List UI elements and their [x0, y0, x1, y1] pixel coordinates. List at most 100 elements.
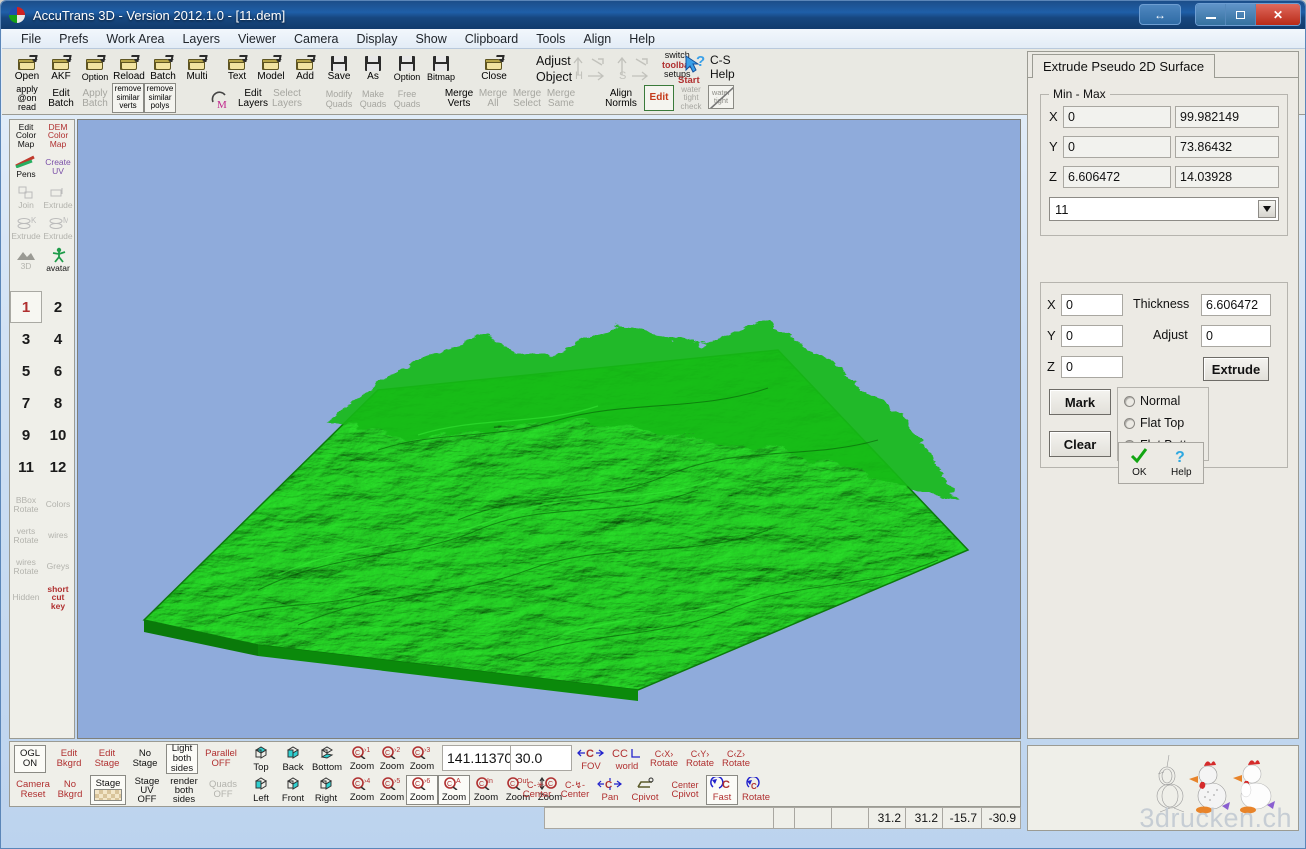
layer-number-12[interactable]: 12: [42, 451, 74, 483]
no-stage-button[interactable]: No Stage: [126, 745, 164, 773]
edit-layers-button[interactable]: Edit Layers: [236, 83, 270, 114]
zoom-all-button[interactable]: CA Zoom: [438, 775, 470, 805]
offset-x-field[interactable]: 0: [1061, 294, 1123, 316]
close-button[interactable]: ✕: [1256, 4, 1300, 25]
view-top-button[interactable]: Top: [244, 744, 278, 774]
stage-swatch-button[interactable]: Stage: [90, 775, 126, 805]
center-z-button[interactable]: C-↯- Center: [556, 775, 594, 805]
menu-item-align[interactable]: Align: [574, 31, 620, 47]
menu-item-display[interactable]: Display: [347, 31, 406, 47]
zoom-preset-1-button[interactable]: C›1 Zoom: [346, 744, 378, 774]
z-min-field[interactable]: 6.606472: [1063, 166, 1171, 188]
view-front-button[interactable]: Front: [276, 775, 310, 805]
layer-number-6[interactable]: 6: [42, 355, 74, 387]
remove-similar-polys-button[interactable]: remove similar polys: [144, 83, 176, 113]
mode-flat-top-radio[interactable]: Flat Top: [1124, 416, 1184, 430]
cpivot-button[interactable]: Cpivot: [626, 775, 664, 805]
center-x-button[interactable]: C-✳- Center: [518, 775, 556, 805]
open-button[interactable]: Open: [10, 51, 44, 82]
maximize-button[interactable]: [1226, 4, 1256, 25]
extrude-action-button[interactable]: Extrude: [1203, 357, 1269, 381]
y-max-field[interactable]: 73.86432: [1175, 136, 1279, 158]
ccw-world-button[interactable]: CC world: [608, 744, 646, 774]
chevron-down-icon[interactable]: [1258, 200, 1276, 218]
rotate-z-button[interactable]: C‹Z› Rotate: [718, 744, 754, 774]
menu-item-clipboard[interactable]: Clipboard: [456, 31, 528, 47]
menu-item-prefs[interactable]: Prefs: [50, 31, 97, 47]
layer-number-1[interactable]: 1: [10, 291, 42, 323]
parallel-off-button[interactable]: Parallel OFF: [200, 745, 242, 773]
layer-number-2[interactable]: 2: [42, 291, 74, 323]
menu-item-work-area[interactable]: Work Area: [97, 31, 173, 47]
layer-number-3[interactable]: 3: [10, 323, 42, 355]
menu-item-camera[interactable]: Camera: [285, 31, 347, 47]
offset-z-field[interactable]: 0: [1061, 356, 1123, 378]
fov-value-field[interactable]: 30.0: [510, 745, 572, 771]
help-button[interactable]: ? Help: [1171, 448, 1192, 478]
save-option-button[interactable]: Option: [390, 51, 424, 82]
zoom-preset-6-button[interactable]: C›6 Zoom: [406, 775, 438, 805]
ogl-on-button[interactable]: OGL ON: [14, 745, 46, 773]
clear-button[interactable]: Clear: [1049, 431, 1111, 457]
y-min-field[interactable]: 0: [1063, 136, 1171, 158]
edit-mode-button[interactable]: Edit: [644, 85, 674, 111]
edit-batch-button[interactable]: Edit Batch: [44, 83, 78, 114]
cs-help-label-2[interactable]: Help: [710, 67, 735, 81]
stage-uv-off-button[interactable]: Stage UV OFF: [128, 775, 166, 805]
layer-number-5[interactable]: 5: [10, 355, 42, 387]
merge-verts-button[interactable]: Merge Verts: [442, 83, 476, 114]
zoom-preset-3-button[interactable]: C›3 Zoom: [406, 744, 438, 774]
render-both-sides-button[interactable]: render both sides: [166, 775, 202, 805]
no-bkgrd-button[interactable]: No Bkgrd: [52, 776, 88, 804]
menu-item-file[interactable]: File: [12, 31, 50, 47]
menu-item-tools[interactable]: Tools: [527, 31, 574, 47]
layer-number-11[interactable]: 11: [10, 451, 42, 483]
multi-button[interactable]: Multi: [180, 51, 214, 82]
zoom-preset-2-button[interactable]: C›2 Zoom: [376, 744, 408, 774]
mode-normal-radio[interactable]: Normal: [1124, 394, 1180, 408]
light-both-sides-button[interactable]: Light both sides: [166, 744, 198, 774]
view-back-button[interactable]: Back: [276, 744, 310, 774]
offset-y-field[interactable]: 0: [1061, 325, 1123, 347]
pan-button[interactable]: C Pan: [594, 775, 626, 805]
avatar-button[interactable]: avatar: [42, 244, 74, 275]
menu-item-help[interactable]: Help: [620, 31, 664, 47]
tab-extrude-pseudo-2d-surface[interactable]: Extrude Pseudo 2D Surface: [1032, 54, 1215, 78]
pens-button[interactable]: Pens: [10, 151, 42, 182]
akf-button[interactable]: AKF: [44, 51, 78, 82]
edit-layers-icon[interactable]: M: [202, 83, 236, 114]
rotate-x-button[interactable]: C‹X› Rotate: [646, 744, 682, 774]
text-button[interactable]: Text: [220, 51, 254, 82]
add-button[interactable]: Add: [288, 51, 322, 82]
save-bitmap-button[interactable]: Bitmap: [424, 51, 458, 82]
fast-rotate-button[interactable]: C Fast: [706, 775, 738, 805]
open-option-button[interactable]: Option: [78, 51, 112, 82]
remove-similar-verts-button[interactable]: remove similar verts: [112, 83, 144, 113]
reload-button[interactable]: Reload: [112, 51, 146, 82]
view-right-button[interactable]: Right: [308, 775, 344, 805]
zoom-preset-5-button[interactable]: C›5 Zoom: [376, 775, 408, 805]
layer-number-4[interactable]: 4: [42, 323, 74, 355]
edit-stage-button[interactable]: Edit Stage: [88, 745, 126, 773]
menu-item-viewer[interactable]: Viewer: [229, 31, 285, 47]
rotate-button[interactable]: C Rotate: [738, 775, 774, 805]
layer-number-8[interactable]: 8: [42, 387, 74, 419]
save-as-button[interactable]: As: [356, 51, 390, 82]
x-max-field[interactable]: 99.982149: [1175, 106, 1279, 128]
batch-button[interactable]: Batch: [146, 51, 180, 82]
x-min-field[interactable]: 0: [1063, 106, 1171, 128]
adjust-field[interactable]: 0: [1201, 325, 1271, 347]
zoom-preset-4-button[interactable]: C›4 Zoom: [346, 775, 378, 805]
save-button[interactable]: Save: [322, 51, 356, 82]
3d-viewport[interactable]: X Y Z: [77, 119, 1021, 739]
view-bottom-button[interactable]: Bottom: [308, 744, 346, 774]
menu-item-layers[interactable]: Layers: [173, 31, 229, 47]
layer-number-7[interactable]: 7: [10, 387, 42, 419]
layer-number-9[interactable]: 9: [10, 419, 42, 451]
mark-button[interactable]: Mark: [1049, 389, 1111, 415]
model-button[interactable]: Model: [254, 51, 288, 82]
align-normls-button[interactable]: Align Normls: [598, 83, 644, 114]
view-left-button[interactable]: Left: [244, 775, 278, 805]
z-max-field[interactable]: 14.03928: [1175, 166, 1279, 188]
create-uv-button[interactable]: Create UV: [42, 151, 74, 182]
